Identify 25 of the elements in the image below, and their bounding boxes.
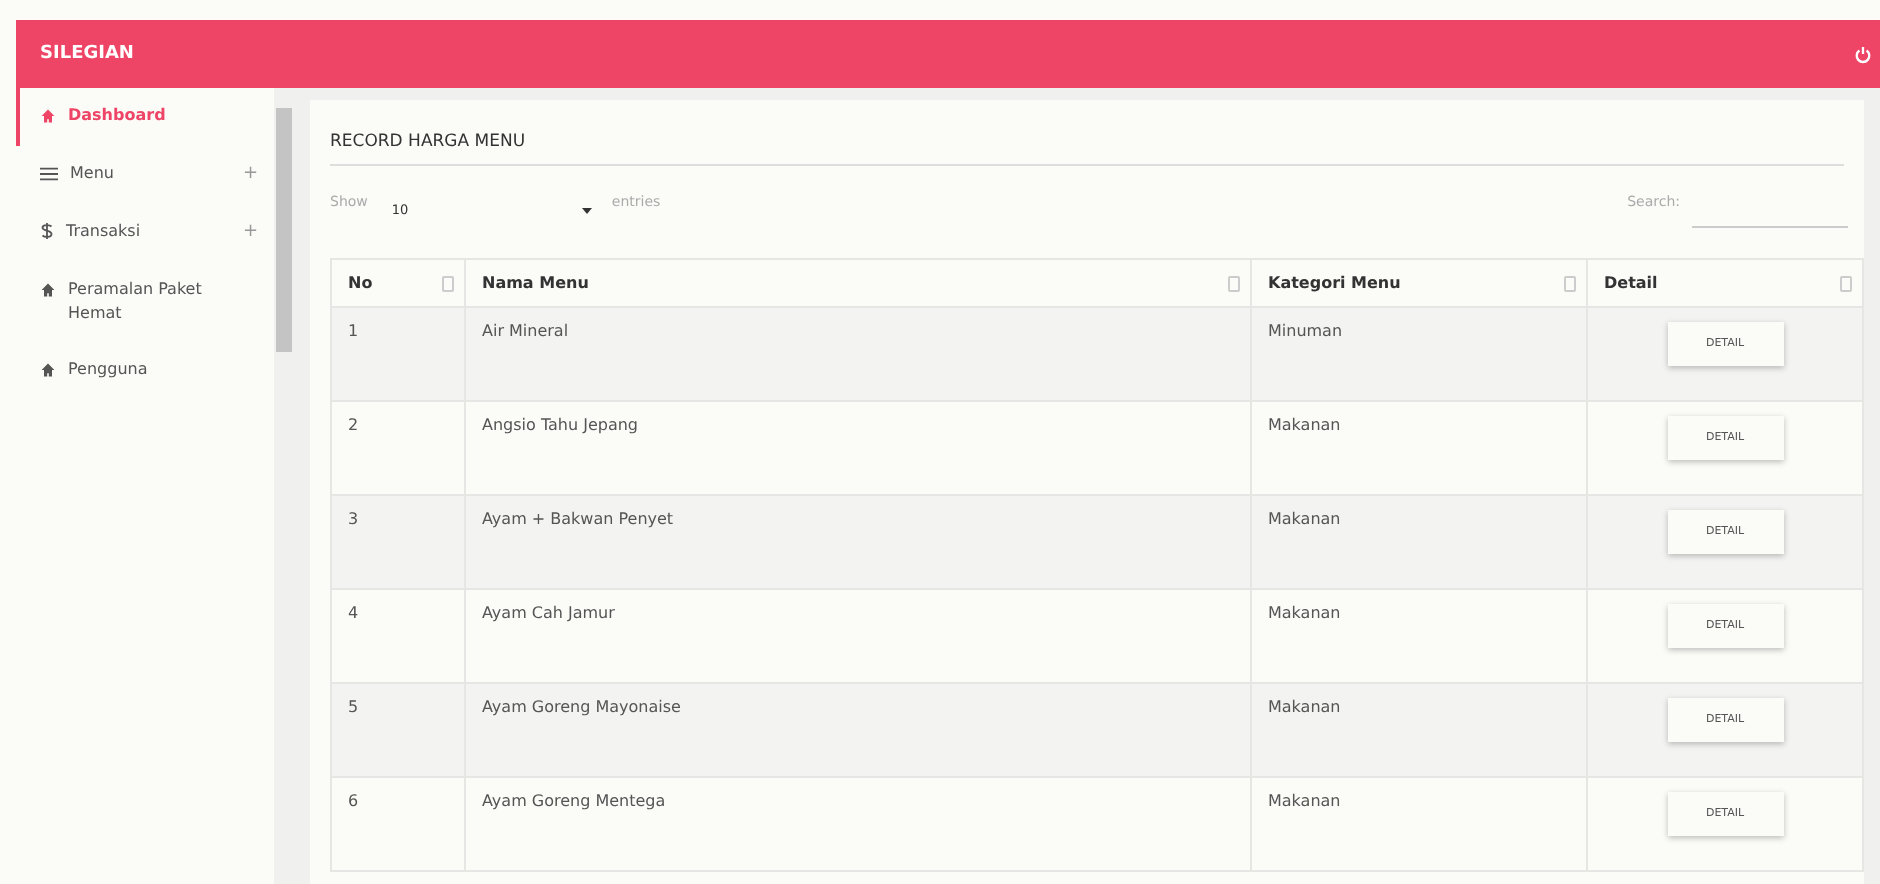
column-header[interactable]: Nama Menu [465,259,1251,307]
column-header[interactable]: No [331,259,465,307]
home-icon [40,282,56,298]
power-icon[interactable] [1854,45,1872,63]
home-icon [40,362,56,378]
column-header[interactable]: Kategori Menu [1251,259,1587,307]
table-cell: 6 [331,777,465,871]
sidebar-item[interactable]: Transaksi + [16,204,274,262]
table-cell: Ayam Goreng Mentega [465,777,1251,871]
panel-title: RECORD HARGA MENU [330,120,1374,166]
menu-icon [40,166,58,182]
sort-icon [1228,276,1240,292]
column-header[interactable]: Detail [1587,259,1863,307]
sort-icon [1564,276,1576,292]
scrollbar-thumb[interactable] [276,108,292,352]
home-icon [40,108,56,124]
sidebar-item[interactable]: Pengguna [16,342,274,400]
sidebar-item[interactable]: Menu + [16,146,274,204]
dollar-icon [40,222,54,240]
sidebar-item[interactable]: Peramalan Paket Hemat [16,262,274,342]
sort-icon [1840,276,1852,292]
caret-icon [581,208,592,214]
table-cell: Makanan [1251,777,1587,871]
sort-icon [442,276,454,292]
brand-title: SILEGIAN [40,44,134,64]
